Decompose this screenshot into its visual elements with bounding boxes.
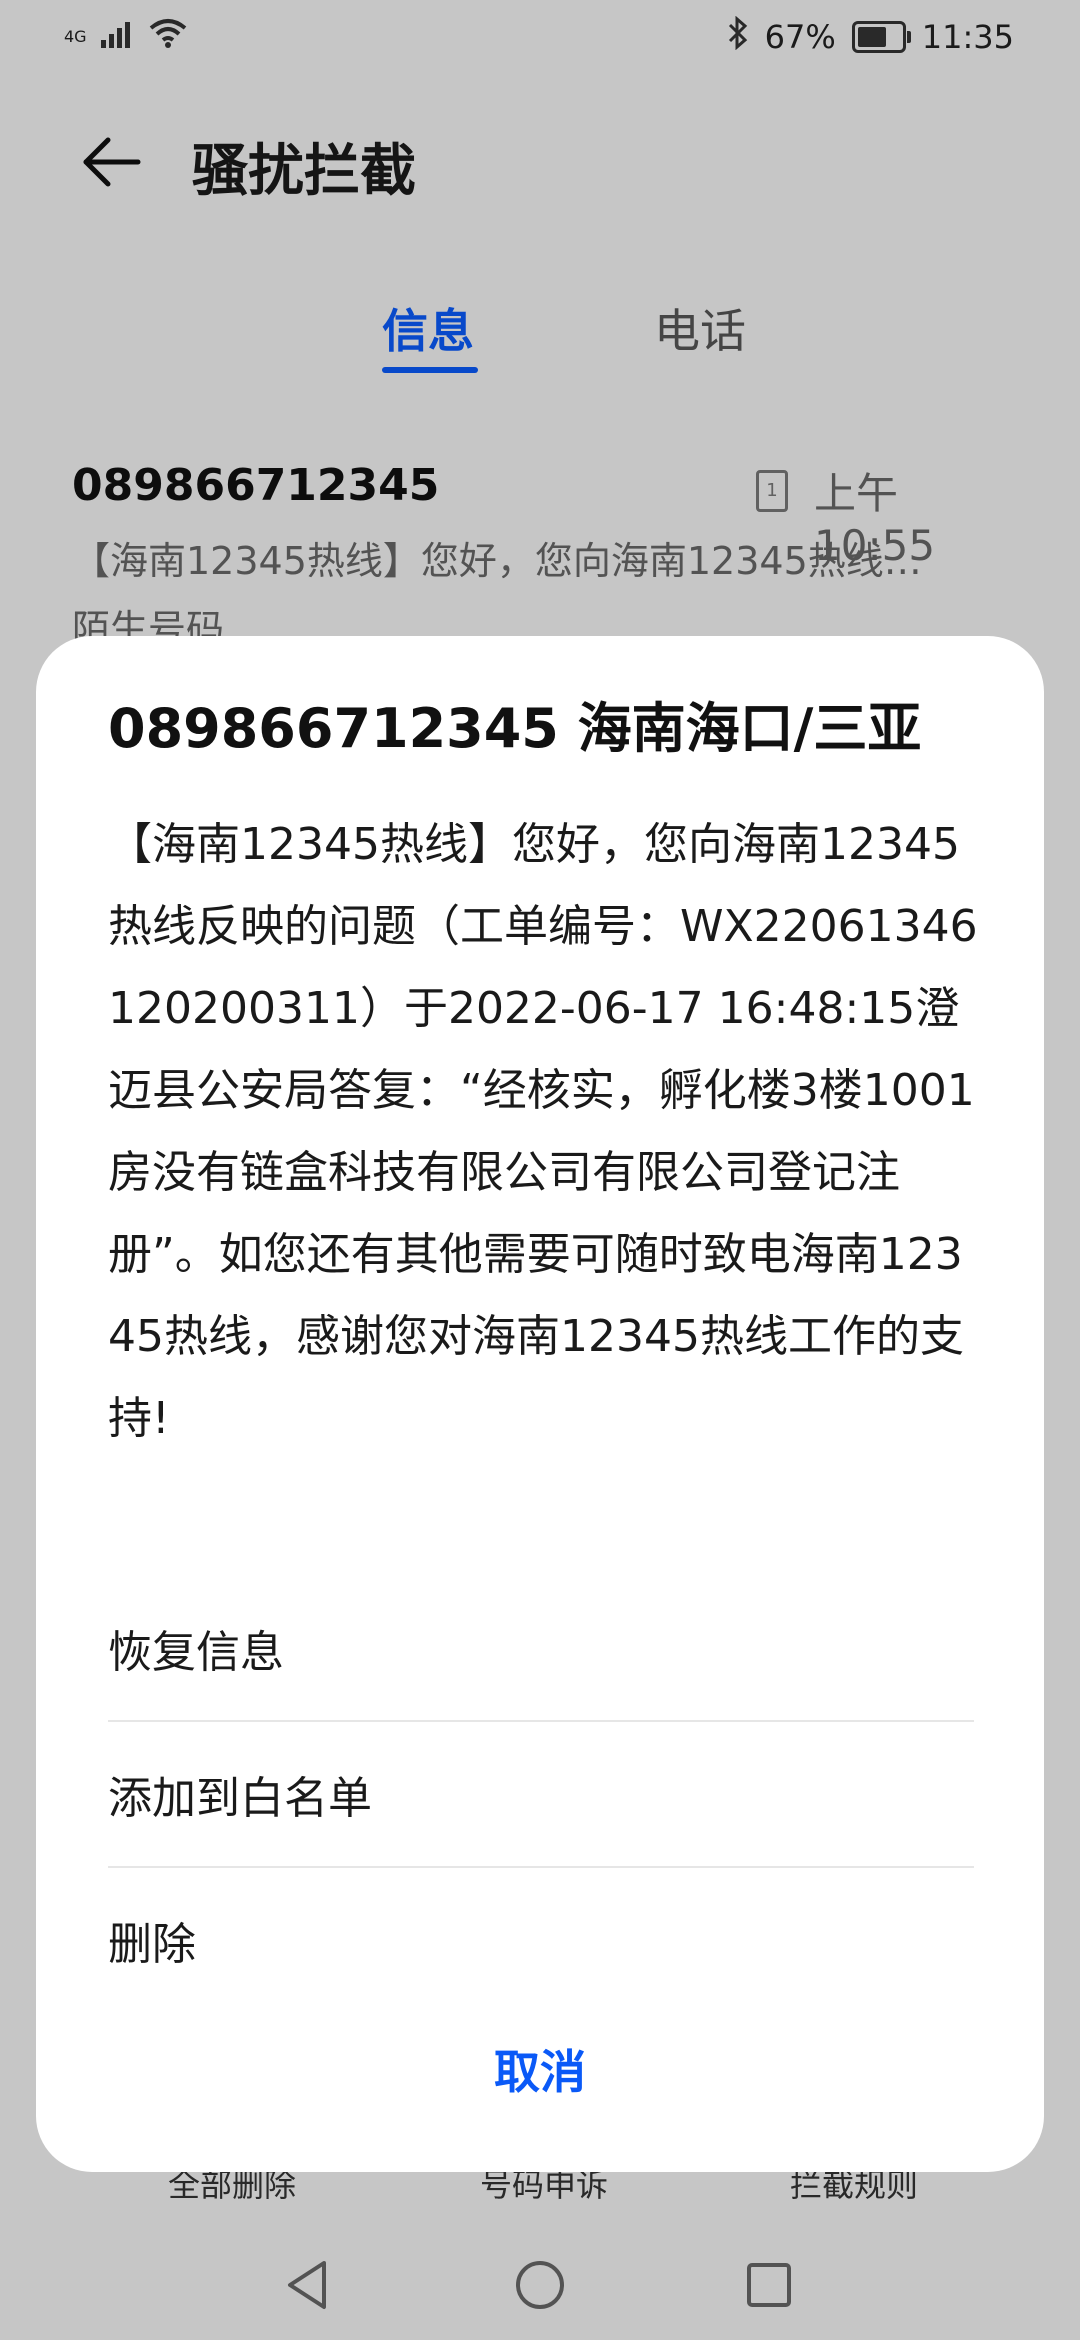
restore-message-button[interactable]: 恢复信息: [108, 1576, 974, 1722]
cancel-button[interactable]: 取消: [36, 2012, 1044, 2132]
add-to-whitelist-button[interactable]: 添加到白名单: [108, 1722, 974, 1868]
message-dialog: 089866712345 海南海口/三亚 【海南12345热线】您好，您向海南1…: [36, 636, 1044, 2172]
delete-button[interactable]: 删除: [108, 1868, 974, 2012]
dialog-menu: 恢复信息 添加到白名单 删除: [108, 1576, 974, 2012]
dialog-message-body: 【海南12345热线】您好，您向海南12345热线反映的问题（工单编号：WX22…: [108, 819, 978, 1444]
dialog-title: 089866712345 海南海口/三亚: [108, 697, 922, 760]
